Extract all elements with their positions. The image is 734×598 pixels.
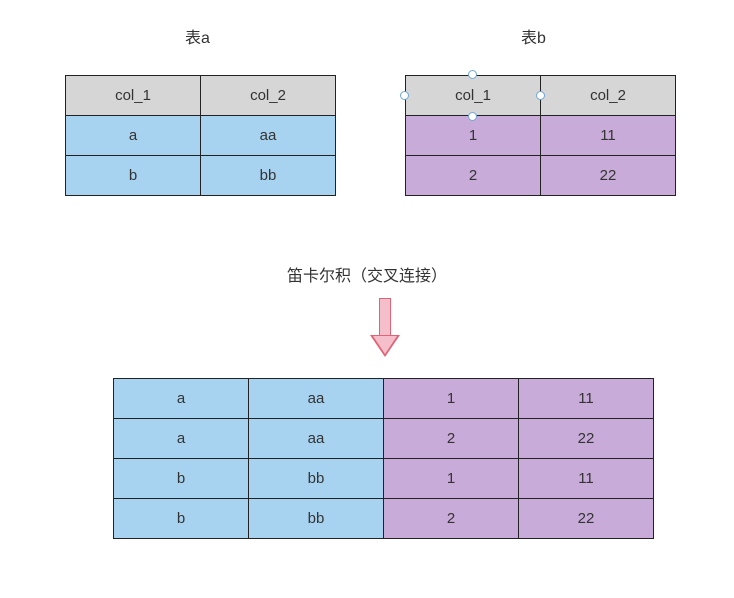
table-row: b bb 2 22 <box>114 499 654 539</box>
table-a-header-row: col_1 col_2 <box>66 76 336 116</box>
selection-handle-top[interactable] <box>468 70 477 79</box>
cell: aa <box>201 116 336 156</box>
table-row: b bb 1 11 <box>114 459 654 499</box>
cell: a <box>114 379 249 419</box>
table-b-header-1: col_1 <box>406 76 541 116</box>
table-row: 1 11 <box>406 116 676 156</box>
cell: a <box>66 116 201 156</box>
table-row: a aa 1 11 <box>114 379 654 419</box>
title-table-b: 表b <box>521 24 546 48</box>
cell: bb <box>249 459 384 499</box>
cell: 1 <box>384 379 519 419</box>
cell: bb <box>201 156 336 196</box>
cell: b <box>114 459 249 499</box>
table-row: 2 22 <box>406 156 676 196</box>
table-a-header-1: col_1 <box>66 76 201 116</box>
cell: bb <box>249 499 384 539</box>
operation-label: 笛卡尔积（交叉连接） <box>0 262 734 286</box>
table-row: a aa 2 22 <box>114 419 654 459</box>
cell: 1 <box>384 459 519 499</box>
down-arrow-icon <box>372 298 398 356</box>
result-table: a aa 1 11 a aa 2 22 b bb 1 11 b bb 2 22 <box>113 378 654 539</box>
cell: a <box>114 419 249 459</box>
table-row: a aa <box>66 116 336 156</box>
cell: 22 <box>519 419 654 459</box>
cell: b <box>114 499 249 539</box>
table-a-header-2: col_2 <box>201 76 336 116</box>
cell: 22 <box>541 156 676 196</box>
selection-handle-right[interactable] <box>536 91 545 100</box>
cell: 22 <box>519 499 654 539</box>
cell: 2 <box>384 499 519 539</box>
table-row: b bb <box>66 156 336 196</box>
table-a: col_1 col_2 a aa b bb <box>65 75 336 196</box>
cell: 11 <box>541 116 676 156</box>
table-b-header-2: col_2 <box>541 76 676 116</box>
selection-handle-left[interactable] <box>400 91 409 100</box>
cell: 2 <box>406 156 541 196</box>
title-table-a: 表a <box>185 24 210 48</box>
cell: 2 <box>384 419 519 459</box>
cell: 11 <box>519 379 654 419</box>
cell: aa <box>249 419 384 459</box>
cell: b <box>66 156 201 196</box>
selection-handle-bottom[interactable] <box>468 112 477 121</box>
cell: 1 <box>406 116 541 156</box>
cell: aa <box>249 379 384 419</box>
cell: 11 <box>519 459 654 499</box>
